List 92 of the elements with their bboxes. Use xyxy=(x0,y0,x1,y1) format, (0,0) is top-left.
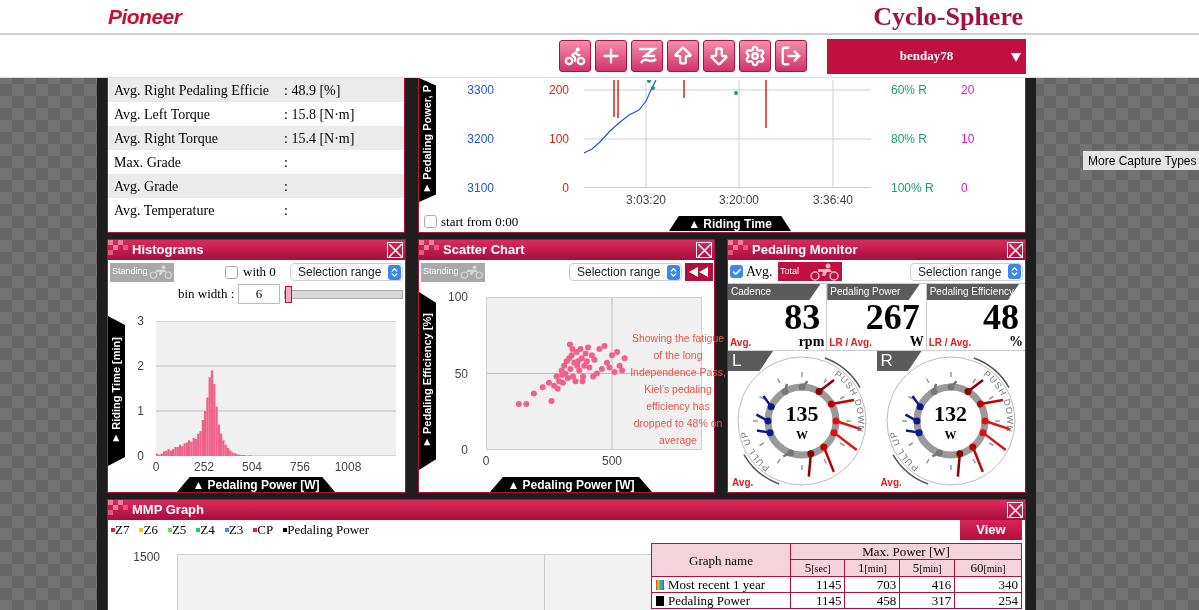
badge-label: Standing xyxy=(112,265,148,279)
stat-value: : 48.9 [%] xyxy=(284,81,341,100)
note-label: Avg. xyxy=(880,476,902,490)
column-header: Graph name xyxy=(651,543,791,577)
axis-tick-label: 0 xyxy=(562,181,569,195)
axis-tick-label: 200 xyxy=(548,83,569,97)
axis-tick-label: 1008 xyxy=(334,459,362,476)
metric-value: 83 xyxy=(784,300,822,334)
legend-label: Z6 xyxy=(143,521,158,540)
unit-label: W xyxy=(943,427,958,444)
pedal-power-value: 132 xyxy=(933,403,968,425)
note-label: Avg. xyxy=(732,476,754,490)
axis-tick-label: 3 xyxy=(137,314,144,328)
table-cell: 317 xyxy=(899,592,955,609)
checkbox-label: Avg. xyxy=(746,263,774,281)
table-cell: 1145 xyxy=(790,576,845,593)
stat-label: Max. Grade xyxy=(114,153,182,172)
panel-title: Scatter Chart xyxy=(443,241,526,260)
axis-tick-label: 1500 xyxy=(133,549,160,566)
app-title: Cyclo-Sphere xyxy=(873,1,1023,33)
legend-label: Z7 xyxy=(115,521,130,540)
stat-value: : xyxy=(284,201,288,220)
badge-label: Standing xyxy=(423,265,459,279)
metric-title: Pedaling Efficiency xyxy=(926,284,1020,300)
table-cell: 703 xyxy=(845,576,900,593)
unit-label: W xyxy=(909,334,924,350)
unit-label: W xyxy=(795,427,809,444)
stat-label: Avg. Left Torque xyxy=(114,105,212,124)
panel-title: MMP Graph xyxy=(132,501,205,520)
table-cell: 416 xyxy=(899,576,955,593)
stat-label: Avg. Grade xyxy=(114,177,180,196)
stat-value: : 15.4 [N·m] xyxy=(284,129,355,148)
stat-value: : 15.8 [N·m] xyxy=(284,105,355,124)
axis-tick-label: 20 xyxy=(961,83,975,97)
stat-label: Avg. Right Pedaling Efficie xyxy=(114,81,270,100)
axis-tick-label: 80% R xyxy=(891,132,928,146)
axis-tick-label: 0 xyxy=(482,453,490,470)
axis-tick-label: 100% R xyxy=(891,181,934,195)
metric-title: Pedaling Power xyxy=(827,284,920,300)
axis-tick-label: 50 xyxy=(454,366,468,381)
unit-label: rpm xyxy=(798,334,825,350)
axis-tick-label: 3100 xyxy=(467,181,494,195)
axis-tick-label: 100 xyxy=(447,290,468,304)
axis-tick-label: 3300 xyxy=(467,83,494,97)
panel-title: Pedaling Monitor xyxy=(752,241,859,260)
axis-tick-label: 252 xyxy=(194,459,214,476)
metric-value: 48 xyxy=(983,300,1019,334)
axis-tick-label: 0 xyxy=(961,181,968,195)
axis-tick-label: 0 xyxy=(152,459,160,476)
panel-title: Histograms xyxy=(132,241,205,260)
axis-tick-label: 756 xyxy=(290,459,310,476)
axis-tick-label: 3:03:20 xyxy=(626,192,666,209)
stat-value: : xyxy=(284,177,288,196)
note-label: LR / Avg. xyxy=(928,336,972,350)
axis-tick-label: 0 xyxy=(137,449,144,463)
metric-title: Cadence xyxy=(728,284,821,300)
axis-tick-label: 10 xyxy=(961,132,975,146)
axis-tick-label: 3:20:00 xyxy=(719,192,759,209)
legend-label: Z3 xyxy=(228,521,244,540)
stat-value: : xyxy=(284,153,288,172)
axis-tick-label: 504 xyxy=(242,459,262,476)
checkbox-label: start from 0:00 xyxy=(441,212,519,231)
legend-label: CP xyxy=(257,521,274,540)
pedal-power-value: 135 xyxy=(784,403,820,425)
axis-tick-label: 0 xyxy=(461,443,468,457)
badge-label: Total xyxy=(780,264,799,278)
table-cell: 254 xyxy=(954,592,1022,609)
legend-label: Z4 xyxy=(200,521,215,540)
stat-label: Avg. Temperature xyxy=(114,201,216,220)
legend-label: Z5 xyxy=(171,521,187,540)
axis-tick-label: 60% R xyxy=(891,83,928,97)
note-label: LR / Avg. xyxy=(829,336,872,350)
note-label: Avg. xyxy=(730,336,752,350)
axis-tick-label: 3200 xyxy=(467,132,494,146)
table-cell: 458 xyxy=(845,592,900,609)
axis-tick-label: 1 xyxy=(137,404,144,418)
unit-label: % xyxy=(1009,334,1023,350)
brand-logo: Pioneer xyxy=(108,3,182,30)
legend-label: Pedaling Power xyxy=(287,521,370,540)
table-cell: 1145 xyxy=(790,592,845,609)
checkbox-label: with 0 xyxy=(243,263,276,282)
field-label: bin width : xyxy=(178,285,236,304)
stat-label: Avg. Right Torque xyxy=(114,129,219,148)
axis-tick-label: 500 xyxy=(602,453,623,470)
axis-tick-label: 100 xyxy=(548,132,569,146)
metric-value: 267 xyxy=(865,300,920,334)
column-header: Max. Power [W] xyxy=(790,543,1022,560)
table-cell: Pedaling Power xyxy=(668,593,750,608)
table-cell: Most recent 1 year xyxy=(668,577,766,592)
axis-tick-label: 3:36:40 xyxy=(813,192,853,209)
table-cell: 340 xyxy=(954,576,1022,593)
axis-tick-label: 2 xyxy=(137,359,144,373)
